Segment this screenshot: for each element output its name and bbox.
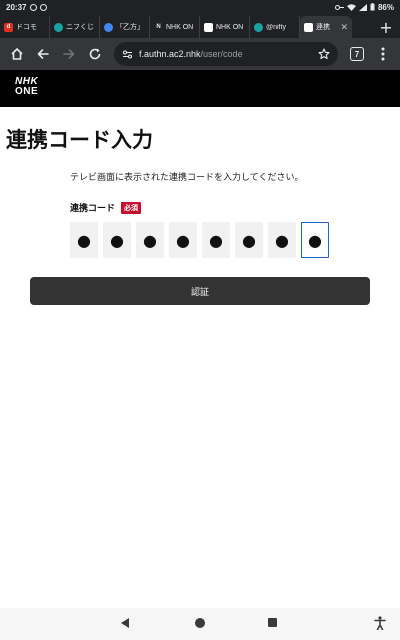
home-circle-icon[interactable] xyxy=(195,618,205,628)
code-digit-input[interactable]: ● xyxy=(268,222,296,258)
back-button[interactable] xyxy=(30,41,56,67)
tab-title: @nifty xyxy=(266,23,286,31)
nhk-one-logo[interactable]: NHK ONE xyxy=(15,77,38,97)
code-digit-input[interactable]: ● xyxy=(70,222,98,258)
instruction-text: テレビ画面に表示された連携コードを入力してください。 xyxy=(70,173,304,183)
reload-button[interactable] xyxy=(82,41,108,67)
wifi-icon xyxy=(346,3,356,11)
status-time: 20:37 xyxy=(6,2,27,12)
tab-count: 7 xyxy=(350,47,364,61)
status-right: 86% xyxy=(334,2,394,12)
back-triangle-icon[interactable] xyxy=(121,618,129,628)
page-title: 連携コード入力 xyxy=(6,128,153,152)
url-text: f.authn.ac2.nhk/user/code xyxy=(139,49,312,59)
code-digit-input[interactable]: ● xyxy=(301,222,329,258)
url-host: f.authn.ac2.nhk xyxy=(139,49,201,59)
tab-favicon-icon xyxy=(204,22,213,32)
code-digit-input[interactable]: ● xyxy=(136,222,164,258)
notification-icons xyxy=(30,3,48,11)
site-settings-icon[interactable] xyxy=(122,49,133,60)
code-digit-input[interactable]: ● xyxy=(202,222,230,258)
tab-favicon-icon xyxy=(54,22,63,32)
browser-tab-active[interactable]: 連携 ✕ xyxy=(300,16,352,38)
new-tab-button[interactable]: + xyxy=(372,16,400,38)
site-header: NHK ONE xyxy=(0,70,400,107)
browser-toolbar: f.authn.ac2.nhk/user/code 7 xyxy=(0,38,400,70)
home-icon xyxy=(11,48,23,60)
status-bar: 20:37 86% xyxy=(0,0,400,14)
sync-icon xyxy=(40,3,48,11)
browser-tab[interactable]: @nifty xyxy=(250,16,300,38)
tab-title: 連携 xyxy=(316,24,330,31)
plus-icon: + xyxy=(379,17,393,37)
required-badge: 必須 xyxy=(121,201,142,214)
address-bar[interactable]: f.authn.ac2.nhk/user/code xyxy=(114,42,338,66)
bookmark-star-icon[interactable] xyxy=(318,48,330,60)
arrow-left-icon xyxy=(37,49,49,59)
url-path: /user/code xyxy=(200,49,243,59)
arrow-right-icon xyxy=(63,49,75,59)
browser-tab[interactable]: ニフくじ xyxy=(50,16,100,38)
authenticate-button[interactable]: 認証 xyxy=(30,277,370,305)
code-digit-input[interactable]: ● xyxy=(169,222,197,258)
accessibility-icon[interactable] xyxy=(374,616,386,630)
tab-favicon-icon xyxy=(254,22,263,32)
browser-tab[interactable]: d ドコモ xyxy=(0,16,50,38)
battery-icon xyxy=(370,3,375,11)
reload-icon xyxy=(89,48,101,60)
tab-title: NHK ON xyxy=(166,23,194,31)
tab-favicon-icon: d xyxy=(4,22,13,32)
recents-square-icon[interactable] xyxy=(268,618,277,627)
notification-icon xyxy=(30,3,38,11)
logo-line-2: ONE xyxy=(15,86,39,97)
browser-tab[interactable]: NHK ON xyxy=(200,16,250,38)
browser-tab[interactable]: 「乙方」 xyxy=(100,16,150,38)
code-digit-input[interactable]: ● xyxy=(235,222,263,258)
code-input-group: ● ● ● ● ● ● ● ● xyxy=(70,222,329,258)
signal-icon xyxy=(358,3,367,11)
tab-favicon-icon xyxy=(304,22,313,32)
forward-button[interactable] xyxy=(56,41,82,67)
menu-button[interactable] xyxy=(370,41,396,67)
tab-strip: d ドコモ ニフくじ 「乙方」 N NHK ON NHK ON @nifty 連… xyxy=(0,14,400,38)
system-navigation-bar xyxy=(0,608,400,640)
tab-title: ニフくじ xyxy=(66,24,94,31)
tab-title: ドコモ xyxy=(16,24,37,31)
close-tab-icon[interactable]: ✕ xyxy=(340,22,348,33)
tab-switcher-button[interactable]: 7 xyxy=(344,41,370,67)
field-label-row: 連携コード 必須 xyxy=(70,201,142,214)
code-digit-input[interactable]: ● xyxy=(103,222,131,258)
key-icon xyxy=(334,4,344,10)
tab-favicon-icon xyxy=(104,22,113,32)
tab-title: 「乙方」 xyxy=(116,24,144,31)
battery-level: 86% xyxy=(377,2,394,12)
home-button[interactable] xyxy=(4,41,30,67)
browser-tab[interactable]: N NHK ON xyxy=(150,16,200,38)
more-vertical-icon xyxy=(381,47,385,61)
tab-title: NHK ON xyxy=(216,23,244,31)
tab-favicon-icon: N xyxy=(156,24,161,30)
code-field-label: 連携コード xyxy=(70,204,116,214)
